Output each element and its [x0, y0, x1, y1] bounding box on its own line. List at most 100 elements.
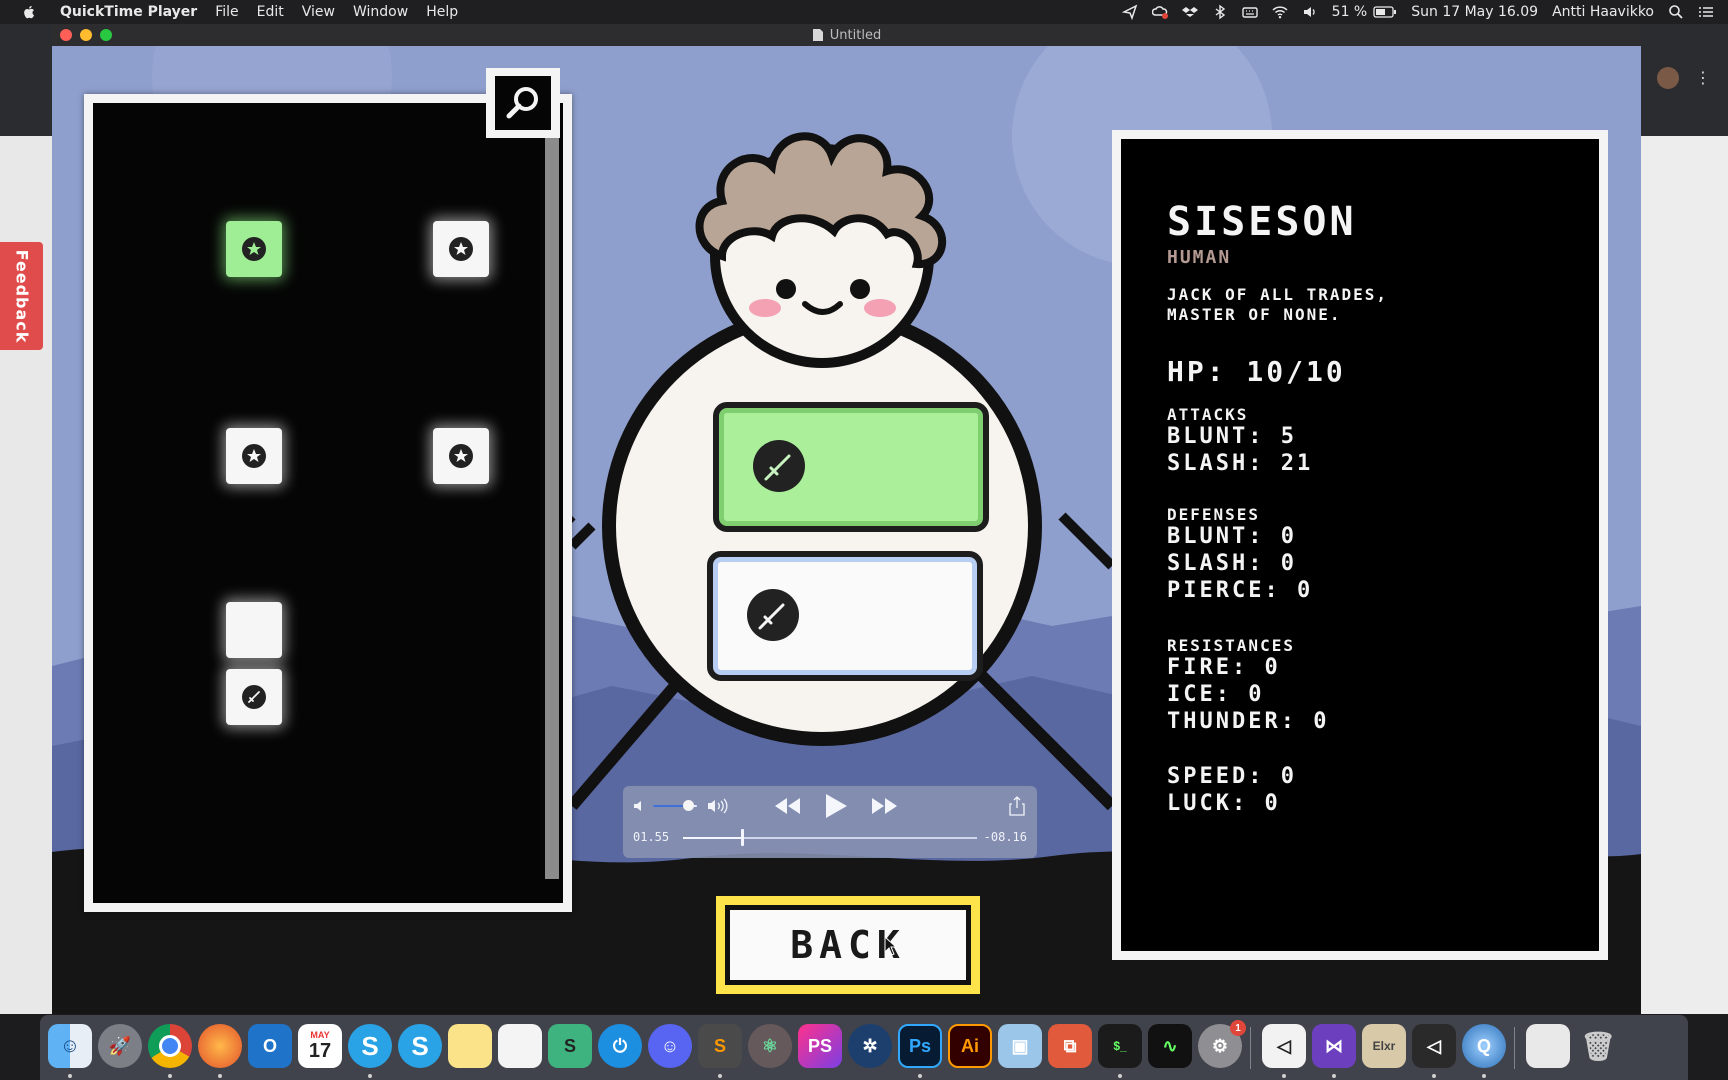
window-titlebar[interactable]: Untitled [52, 24, 1641, 46]
menu-help[interactable]: Help [426, 4, 458, 20]
scrubber-playhead[interactable] [740, 829, 744, 846]
dock-notes-icon[interactable] [448, 1024, 492, 1068]
creative-cloud-icon[interactable] [1151, 4, 1168, 20]
menubar-clock[interactable]: Sun 17 May 16.09 [1411, 4, 1538, 20]
dock-phpstorm-icon[interactable]: PS [798, 1024, 842, 1068]
dropbox-icon[interactable] [1181, 4, 1198, 20]
inventory-scrollbar[interactable] [545, 133, 559, 879]
character-stats-panel: SISESON HUMAN JACK OF ALL TRADES, MASTER… [1112, 130, 1608, 960]
running-indicator [68, 1074, 72, 1078]
video-frame[interactable]: SISESON HUMAN JACK OF ALL TRADES, MASTER… [52, 46, 1641, 1014]
equipped-weapon-slot-2[interactable] [707, 551, 983, 681]
feedback-tab[interactable]: Feedback [0, 242, 43, 350]
resistance-ice: ICE: 0 [1167, 682, 1265, 707]
menu-edit[interactable]: Edit [257, 4, 284, 20]
menu-app-name[interactable]: QuickTime Player [60, 4, 197, 20]
inventory-slot-2[interactable] [433, 221, 489, 277]
notification-center-icon[interactable] [1698, 4, 1714, 20]
elapsed-time: 01.55 [633, 830, 670, 844]
dock-trash-icon[interactable]: 🗑 [1576, 1024, 1620, 1068]
dock-clock-icon[interactable]: ⏻ [598, 1024, 642, 1068]
defense-slash: SLASH: 0 [1167, 551, 1297, 576]
rewind-icon[interactable] [773, 796, 801, 816]
volume-high-icon[interactable] [707, 798, 729, 814]
fast-forward-icon[interactable] [871, 796, 899, 816]
dock-unity-hub-icon[interactable]: ◁ [1412, 1024, 1456, 1068]
dock-outlook-icon[interactable]: O [248, 1024, 292, 1068]
send-icon[interactable] [1121, 4, 1138, 20]
inventory-slot-3[interactable] [226, 428, 282, 484]
share-icon[interactable] [1009, 796, 1025, 816]
dock-elixir-icon[interactable]: Elxr [1362, 1024, 1406, 1068]
running-indicator [1282, 1074, 1286, 1078]
dock-chrome-icon[interactable] [148, 1024, 192, 1068]
dock-firefox-icon[interactable] [198, 1024, 242, 1068]
dock-sublime-icon[interactable]: S [548, 1024, 592, 1068]
inventory-search-button[interactable] [486, 68, 560, 138]
bluetooth-icon[interactable] [1212, 4, 1228, 20]
back-button[interactable]: BACK [716, 896, 980, 994]
dock-calendar-icon[interactable]: MAY 17 [298, 1024, 342, 1068]
dock-virtualbox-icon[interactable]: ▣ [998, 1024, 1042, 1068]
playback-controller[interactable]: 01.55 -08.16 [623, 786, 1037, 858]
dock-lists-icon[interactable] [498, 1024, 542, 1068]
running-indicator [218, 1074, 222, 1078]
dock-illustrator-icon[interactable]: Ai [948, 1024, 992, 1068]
battery-icon[interactable] [1373, 4, 1397, 20]
dock-sourcetree-icon[interactable]: ✲ [848, 1024, 892, 1068]
equipped-weapon-slot-1[interactable] [713, 402, 989, 532]
avatar[interactable] [1657, 67, 1679, 89]
stat-luck: LUCK: 0 [1167, 791, 1281, 816]
play-icon[interactable] [823, 792, 849, 820]
menubar-user[interactable]: Antti Haavikko [1552, 4, 1654, 20]
maximize-window-button[interactable] [100, 29, 112, 41]
dock-screen-sharing-icon[interactable]: ⧉ [1048, 1024, 1092, 1068]
menu-file[interactable]: File [215, 4, 238, 20]
inventory-slot-4[interactable] [433, 428, 489, 484]
close-window-button[interactable] [60, 29, 72, 41]
star-badge-icon [449, 237, 473, 261]
defense-pierce: PIERCE: 0 [1167, 578, 1314, 603]
menu-window[interactable]: Window [353, 4, 408, 20]
keyboard-icon[interactable] [1241, 4, 1258, 20]
dock-skype-icon[interactable]: S [348, 1024, 392, 1068]
battery-percent[interactable]: 51 % [1332, 4, 1368, 20]
star-badge-icon [242, 444, 266, 468]
dock-photoshop-icon[interactable]: Ps [898, 1024, 942, 1068]
dock-separator [1250, 1027, 1251, 1069]
photoshop-label: Ps [908, 1035, 932, 1056]
more-options-icon[interactable]: ⋮ [1695, 68, 1711, 87]
dock-skype-alt-icon[interactable]: S [398, 1024, 442, 1068]
wifi-icon[interactable] [1272, 4, 1288, 20]
menu-view[interactable]: View [302, 4, 335, 20]
apple-icon[interactable] [20, 3, 38, 21]
dock-launchpad-icon[interactable]: 🚀 [98, 1024, 142, 1068]
volume-slider-knob[interactable] [683, 800, 695, 811]
dock-system-preferences-icon[interactable]: ⚙ 1 [1198, 1020, 1246, 1068]
volume-icon[interactable] [1302, 4, 1318, 20]
dock-visual-studio-icon[interactable]: ⋈ [1312, 1024, 1356, 1068]
dock-atom-icon[interactable]: ⚛ [748, 1024, 792, 1068]
dock-terminal-icon[interactable]: $_ [1098, 1024, 1142, 1068]
dock-unity-icon[interactable]: ◁ [1262, 1024, 1306, 1068]
dock-sublime-text-icon[interactable]: S [698, 1024, 742, 1068]
minimize-window-button[interactable] [80, 29, 92, 41]
spotlight-search-icon[interactable] [1668, 4, 1684, 20]
dock-discord-icon[interactable]: ☺ [648, 1024, 692, 1068]
dock-archive-icon[interactable] [1526, 1024, 1570, 1068]
calendar-day: 17 [308, 1039, 332, 1062]
dock-activity-monitor-icon[interactable]: ∿ [1148, 1024, 1192, 1068]
dock-finder-icon[interactable]: ☺ [48, 1024, 92, 1068]
character-race: HUMAN [1167, 247, 1232, 268]
inventory-slot-5[interactable] [226, 602, 282, 658]
back-button-label: BACK [730, 910, 966, 980]
resistance-thunder: THUNDER: 0 [1167, 709, 1330, 734]
defense-blunt: BLUNT: 0 [1167, 524, 1297, 549]
running-indicator [368, 1074, 372, 1078]
volume-low-icon[interactable] [633, 799, 647, 813]
inventory-slot-6[interactable] [226, 669, 282, 725]
dock-quicktime-icon[interactable]: Q [1462, 1024, 1506, 1068]
inventory-slot-1[interactable] [226, 221, 282, 277]
magnifier-icon [506, 87, 538, 119]
document-icon [812, 29, 823, 41]
